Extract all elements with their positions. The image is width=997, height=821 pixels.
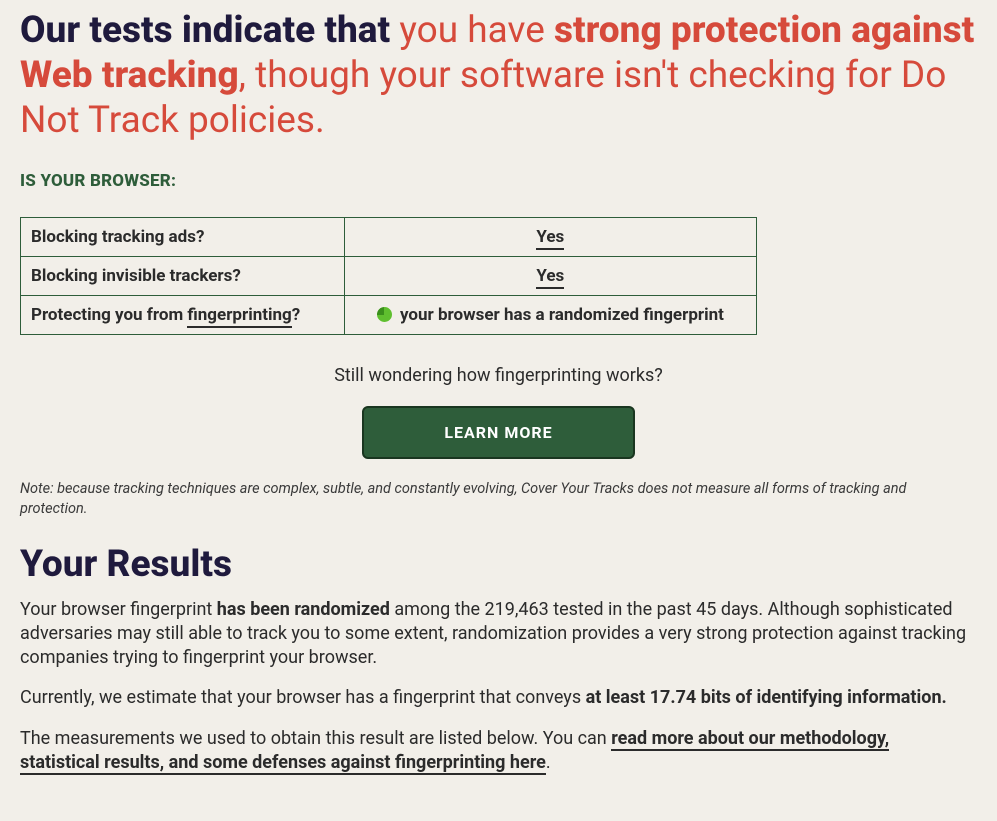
note-text: Note: because tracking techniques are co… [20,479,920,518]
row-value: your browser has a randomized fingerprin… [344,296,756,335]
table-row: Blocking tracking ads? Yes [21,218,757,257]
p2-bold: at least 17.74 bits of identifying infor… [586,687,947,708]
p1-bold: has been randomized [217,599,390,620]
headline-lead: Our tests indicate that [20,9,399,52]
fingerprint-value-text: your browser has a randomized fingerprin… [400,305,724,325]
p1-a: Your browser fingerprint [20,599,217,620]
status-dot-icon [377,307,392,322]
fingerprinting-link[interactable]: fingerprinting [187,305,291,328]
results-heading: Your Results [20,543,977,586]
p2-a: Currently, we estimate that your browser… [20,687,586,708]
browser-summary-table: Blocking tracking ads? Yes Blocking invi… [20,217,757,335]
results-paragraph-1: Your browser fingerprint has been random… [20,598,970,671]
learn-more-button[interactable]: LEARN MORE [362,406,634,459]
fingerprint-label-prefix: Protecting you from [31,305,187,325]
p3-b: . [546,752,551,773]
table-row-fingerprint: Protecting you from fingerprinting? your… [21,296,757,335]
fingerprinting-link-text: fingerprinting [187,305,291,328]
table-row: Blocking invisible trackers? Yes [21,257,757,296]
browser-section-label: IS YOUR BROWSER: [20,171,977,191]
learn-more-block: Still wondering how fingerprinting works… [20,365,977,459]
results-paragraph-2: Currently, we estimate that your browser… [20,686,970,710]
fingerprinting-prompt: Still wondering how fingerprinting works… [20,365,977,386]
headline-red-plain-1: you have [399,9,554,52]
row-label: Blocking tracking ads? [21,218,345,257]
row-label: Blocking invisible trackers? [21,257,345,296]
row-value-text: Yes [536,227,564,250]
row-value: Yes [344,257,756,296]
row-label: Protecting you from fingerprinting? [21,296,345,335]
headline: Our tests indicate that you have strong … [20,8,977,143]
row-value-text: Yes [536,266,564,289]
results-paragraph-3: The measurements we used to obtain this … [20,727,970,776]
page-container: Our tests indicate that you have strong … [0,0,997,821]
p3-a: The measurements we used to obtain this … [20,728,611,749]
fingerprint-label-suffix: ? [292,305,300,325]
row-value: Yes [344,218,756,257]
